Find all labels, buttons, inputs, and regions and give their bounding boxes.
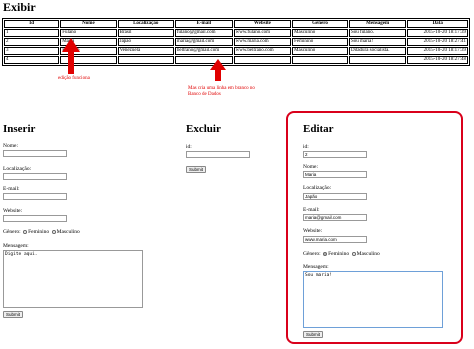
inserir-website-label: Website: [3, 208, 23, 214]
cell-email: maria@gmail.com [174, 38, 233, 46]
editar-id-label: id: [303, 144, 309, 150]
exibir-title: Exibir [3, 0, 36, 14]
cell-data: 2015-10-20 18:27:48 [407, 56, 468, 64]
cell-genero [292, 56, 348, 64]
cell-id: 1 [4, 29, 60, 37]
cell-data: 2015-10-20 18:27:41 [407, 38, 468, 46]
col-id: Id [4, 20, 60, 28]
inserir-submit-button[interactable]: Submit [3, 311, 24, 318]
col-nome: Nome [60, 20, 117, 28]
excluir-id-label: id: [186, 144, 192, 150]
annotation-blank-row: Mas cria uma linha em branco no Banco de… [188, 86, 255, 97]
inserir-email-label: E-mail: [3, 186, 20, 192]
cell-website: www.beltrano.com [233, 47, 292, 55]
col-genero: Gênero [292, 20, 348, 28]
col-mensagem: Mensagem [348, 20, 407, 28]
cell-genero: Masculino [292, 47, 348, 55]
editar-submit-button[interactable]: Submit [303, 331, 324, 338]
table-header-row: Id Nome Localização E-mail Website Gêner… [4, 20, 468, 28]
editar-nome-label: Nome: [303, 164, 318, 170]
editar-nome-input[interactable] [303, 171, 367, 178]
inserir-masculino-label: Masculino [56, 229, 80, 235]
inserir-title: Inserir [3, 123, 36, 135]
editar-mensagem-label: Mensagem: [303, 264, 329, 270]
cell-email: beltrano@gmail.com [174, 47, 233, 55]
editar-feminino-label: Feminino [328, 251, 350, 257]
cell-localizacao: Brasil [117, 29, 174, 37]
editar-genero-label: Gênero: [303, 251, 321, 257]
cell-website: www.maria.com [233, 38, 292, 46]
annotation-edit-works: edição funciona [58, 76, 90, 81]
editar-localizacao-input[interactable] [303, 193, 367, 200]
col-email: E-mail [174, 20, 233, 28]
excluir-submit-button[interactable]: Submit [186, 166, 207, 173]
cell-localizacao [117, 56, 174, 64]
inserir-genero-label: Gênero: [3, 229, 21, 235]
inserir-email-input[interactable] [3, 193, 67, 200]
editar-title: Editar [303, 123, 334, 135]
inserir-nome-label: Nome: [3, 143, 18, 149]
cell-id: 4 [4, 56, 60, 64]
excluir-id-input[interactable] [186, 151, 250, 158]
cell-email: fulano@gmail.com [174, 29, 233, 37]
cell-genero: Feminino [292, 38, 348, 46]
cell-mensagem: Ditadura socialista. [348, 47, 407, 55]
editar-feminino-radio[interactable] [323, 251, 328, 256]
editar-localizacao-label: Localização: [303, 185, 332, 191]
cell-data: 2015-10-20 18:17:39 [407, 29, 468, 37]
cell-mensagem [348, 56, 407, 64]
inserir-website-input[interactable] [3, 215, 67, 222]
table-row: 1 Fulano Brasil fulano@gmail.com www.ful… [4, 29, 468, 37]
inserir-masculino-radio[interactable] [51, 229, 56, 234]
inserir-localizacao-label: Localização: [3, 166, 32, 172]
arrow-up-icon [210, 59, 228, 81]
cell-id: 2 [4, 38, 60, 46]
inserir-genero-group: Gênero: Feminino Masculino [3, 229, 80, 235]
cell-localizacao: Japão [117, 38, 174, 46]
editar-email-input[interactable] [303, 214, 367, 221]
excluir-title: Excluir [186, 123, 221, 135]
inserir-feminino-label: Feminino [28, 229, 50, 235]
inserir-nome-input[interactable] [3, 150, 67, 157]
cell-id: 3 [4, 47, 60, 55]
cell-website: www.fulano.com [233, 29, 292, 37]
cell-website [233, 56, 292, 64]
col-website: Website [233, 20, 292, 28]
col-localizacao: Localização [117, 20, 174, 28]
cell-genero: Masculino [292, 29, 348, 37]
inserir-feminino-radio[interactable] [23, 229, 28, 234]
editar-email-label: E-mail: [303, 207, 320, 213]
editar-genero-group: Gênero: Feminino Masculino [303, 251, 380, 257]
editar-mensagem-textarea[interactable]: Sou maria! [303, 271, 443, 328]
cell-data: 2015-10-20 18:17:39 [407, 47, 468, 55]
editar-masculino-radio[interactable] [351, 251, 356, 256]
cell-mensagem: Sou maria! [348, 38, 407, 46]
editar-masculino-label: Masculino [356, 251, 380, 257]
editar-website-label: Website: [303, 228, 323, 234]
inserir-mensagem-label: Mensagem: [3, 243, 29, 249]
cell-nome: Fulano [60, 29, 117, 37]
arrow-up-icon [62, 38, 80, 74]
editar-website-input[interactable] [303, 236, 367, 243]
col-data: Data [407, 20, 468, 28]
cell-localizacao: Venezuela [117, 47, 174, 55]
inserir-localizacao-input[interactable] [3, 173, 67, 180]
inserir-mensagem-textarea[interactable]: Digite aqui. [3, 250, 143, 308]
cell-mensagem: Sou fulano. [348, 29, 407, 37]
editar-id-input[interactable] [303, 151, 367, 158]
